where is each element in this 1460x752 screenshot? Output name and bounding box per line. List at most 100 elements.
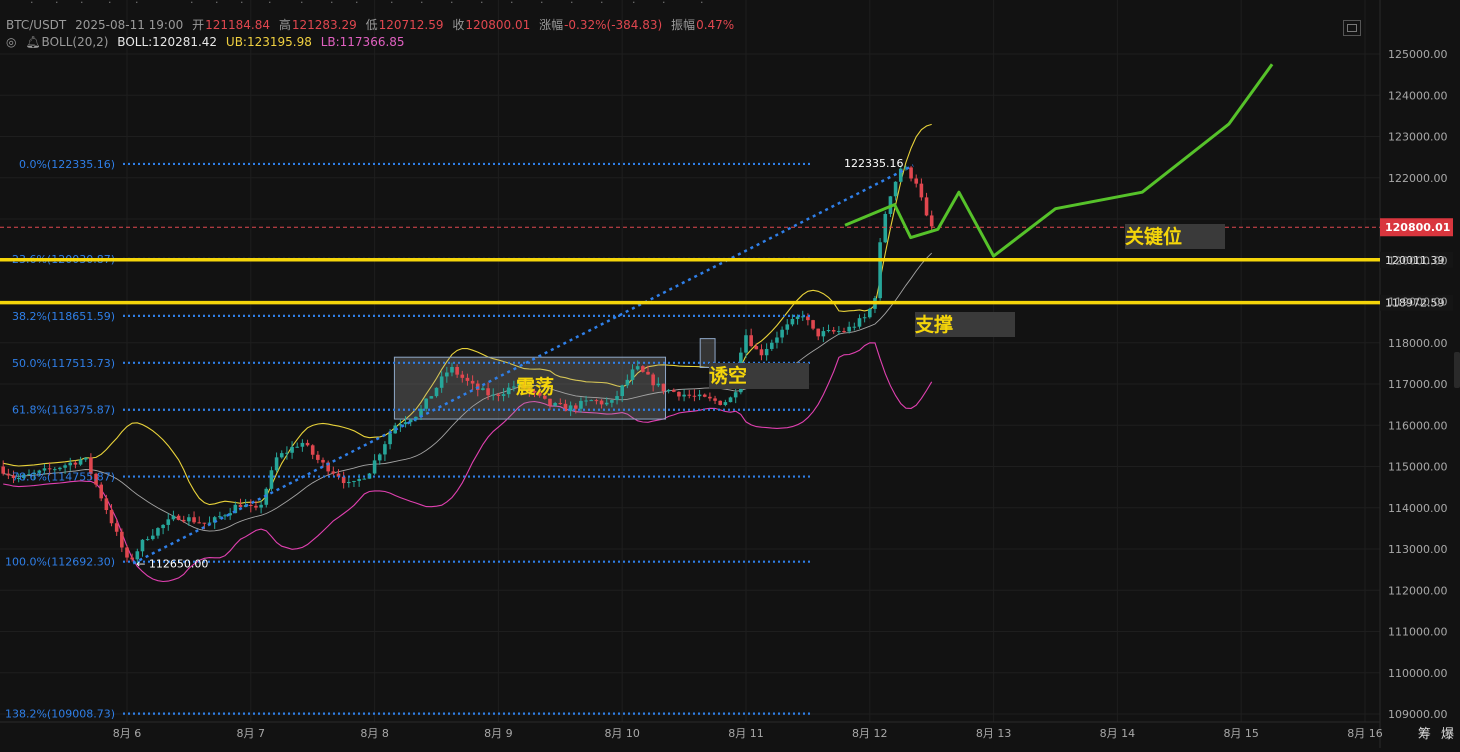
low-label: 低 <box>365 18 378 32</box>
price-scroll-handle[interactable] <box>1454 352 1460 388</box>
candle-body <box>811 320 815 329</box>
toolbar-icon[interactable]: · <box>450 0 454 9</box>
candle-body <box>852 326 857 328</box>
candle-body <box>620 385 624 397</box>
toolbar-icon[interactable]: · <box>632 0 636 9</box>
candle-body <box>785 324 790 330</box>
y-tick-label: 115000.00 <box>1388 461 1448 474</box>
toolbar-icon[interactable]: · <box>540 0 544 9</box>
amp-label: 振幅 <box>671 18 696 32</box>
x-tick-label: 8月 9 <box>484 727 513 740</box>
candle-body <box>331 471 336 474</box>
change-value: -0.32%(-384.83) <box>564 18 663 32</box>
candle-body <box>847 326 851 332</box>
candle-body <box>682 394 686 397</box>
toolbar-icon[interactable]: · <box>215 0 219 9</box>
chart-area[interactable]: 0.0%(122335.16)23.6%(120030.87)38.2%(118… <box>0 0 1460 748</box>
y-tick-label: 112000.00 <box>1388 584 1448 597</box>
candle-body <box>279 453 284 458</box>
candle-body <box>181 519 186 522</box>
candle-body <box>290 446 294 453</box>
eye-icon[interactable]: ◎ <box>6 35 16 49</box>
boll-ub-value: UB:123195.98 <box>225 35 312 49</box>
candle-body <box>573 405 578 409</box>
candle-body <box>202 522 207 524</box>
toolbar-icon[interactable]: · <box>600 0 604 9</box>
toolbar-icon[interactable]: · <box>80 0 84 9</box>
candle-body <box>723 402 728 405</box>
toolbar-icon[interactable]: · <box>108 0 112 9</box>
toolbar-icon[interactable]: · <box>30 0 34 9</box>
bottom-tools: 筹 爆 <box>1412 723 1454 742</box>
x-tick-label: 8月 13 <box>976 727 1012 740</box>
candle-body <box>388 433 392 445</box>
toolbar-icon[interactable]: · <box>420 0 424 9</box>
candle-body <box>465 377 470 381</box>
candle-body <box>625 379 630 386</box>
high-price-label: 122335.16 <box>844 157 904 170</box>
toolbar-icon[interactable]: · <box>510 0 514 9</box>
candle-body <box>883 213 888 243</box>
candle-body <box>548 398 552 406</box>
change-label: 涨幅 <box>539 18 564 32</box>
bell-icon[interactable]: 🔔︎ <box>25 35 40 49</box>
high-value: 121283.29 <box>291 18 357 32</box>
candle-body <box>357 479 361 481</box>
candle-body <box>481 388 485 390</box>
toolbar-icon[interactable]: · <box>190 0 194 9</box>
y-tick-label: 124000.00 <box>1388 89 1448 102</box>
candle-body <box>893 181 898 197</box>
candle-body <box>197 522 202 524</box>
candle-body <box>6 473 11 476</box>
amp-value: 0.47% <box>696 18 735 32</box>
candle-body <box>377 454 382 461</box>
toolbar-icon[interactable]: · <box>570 0 574 9</box>
toolbar-icon[interactable]: · <box>390 0 394 9</box>
x-tick-label: 8月 14 <box>1100 727 1136 740</box>
candle-body <box>733 392 738 398</box>
candle-body <box>176 515 181 520</box>
candle-body <box>604 402 609 405</box>
candle-body <box>295 446 300 448</box>
toolbar-icon[interactable]: · <box>330 0 334 9</box>
open-label: 开 <box>192 18 205 32</box>
toolbar-icon[interactable]: · <box>55 0 59 9</box>
toolbar-icon[interactable]: · <box>662 0 666 9</box>
candle-body <box>269 470 274 489</box>
chip-tool[interactable]: 筹 <box>1418 727 1431 742</box>
candle-body <box>749 335 753 347</box>
symbol-label: BTC/USDT <box>6 18 67 32</box>
candle-body <box>826 329 831 332</box>
candle-body <box>553 403 557 406</box>
toolbar-icon[interactable]: · <box>480 0 484 9</box>
candle-body <box>506 387 511 395</box>
candle-body <box>1 466 5 474</box>
candle-body <box>857 318 862 327</box>
candle-body <box>878 242 882 299</box>
candle-body <box>599 400 604 405</box>
toolbar-icon[interactable]: · <box>300 0 304 9</box>
candle-body <box>728 397 733 403</box>
candle-body <box>842 331 846 333</box>
close-label: 收 <box>452 18 465 32</box>
candle-body <box>99 484 104 499</box>
candle-body <box>161 524 165 529</box>
candle-body <box>909 167 913 179</box>
candle-body <box>125 547 129 558</box>
candle-body <box>140 539 145 552</box>
toolbar-icon[interactable]: · <box>135 0 139 9</box>
candle-body <box>924 197 929 216</box>
boll-mid-value: BOLL:120281.42 <box>117 35 218 49</box>
candle-body <box>868 308 872 318</box>
candle-body <box>837 331 841 333</box>
boll-name[interactable]: BOLL(20,2) <box>42 35 109 49</box>
y-tick-label: 117000.00 <box>1388 378 1448 391</box>
toolbar-icon[interactable]: · <box>268 0 272 9</box>
toolbar-icon[interactable]: · <box>355 0 359 9</box>
liquidation-tool[interactable]: 爆 <box>1441 727 1454 742</box>
toolbar-icon[interactable]: · <box>240 0 244 9</box>
candle-body <box>104 498 109 511</box>
fullscreen-icon[interactable] <box>1343 20 1361 36</box>
toolbar-icon[interactable]: · <box>700 0 704 9</box>
candle-body <box>692 395 697 397</box>
